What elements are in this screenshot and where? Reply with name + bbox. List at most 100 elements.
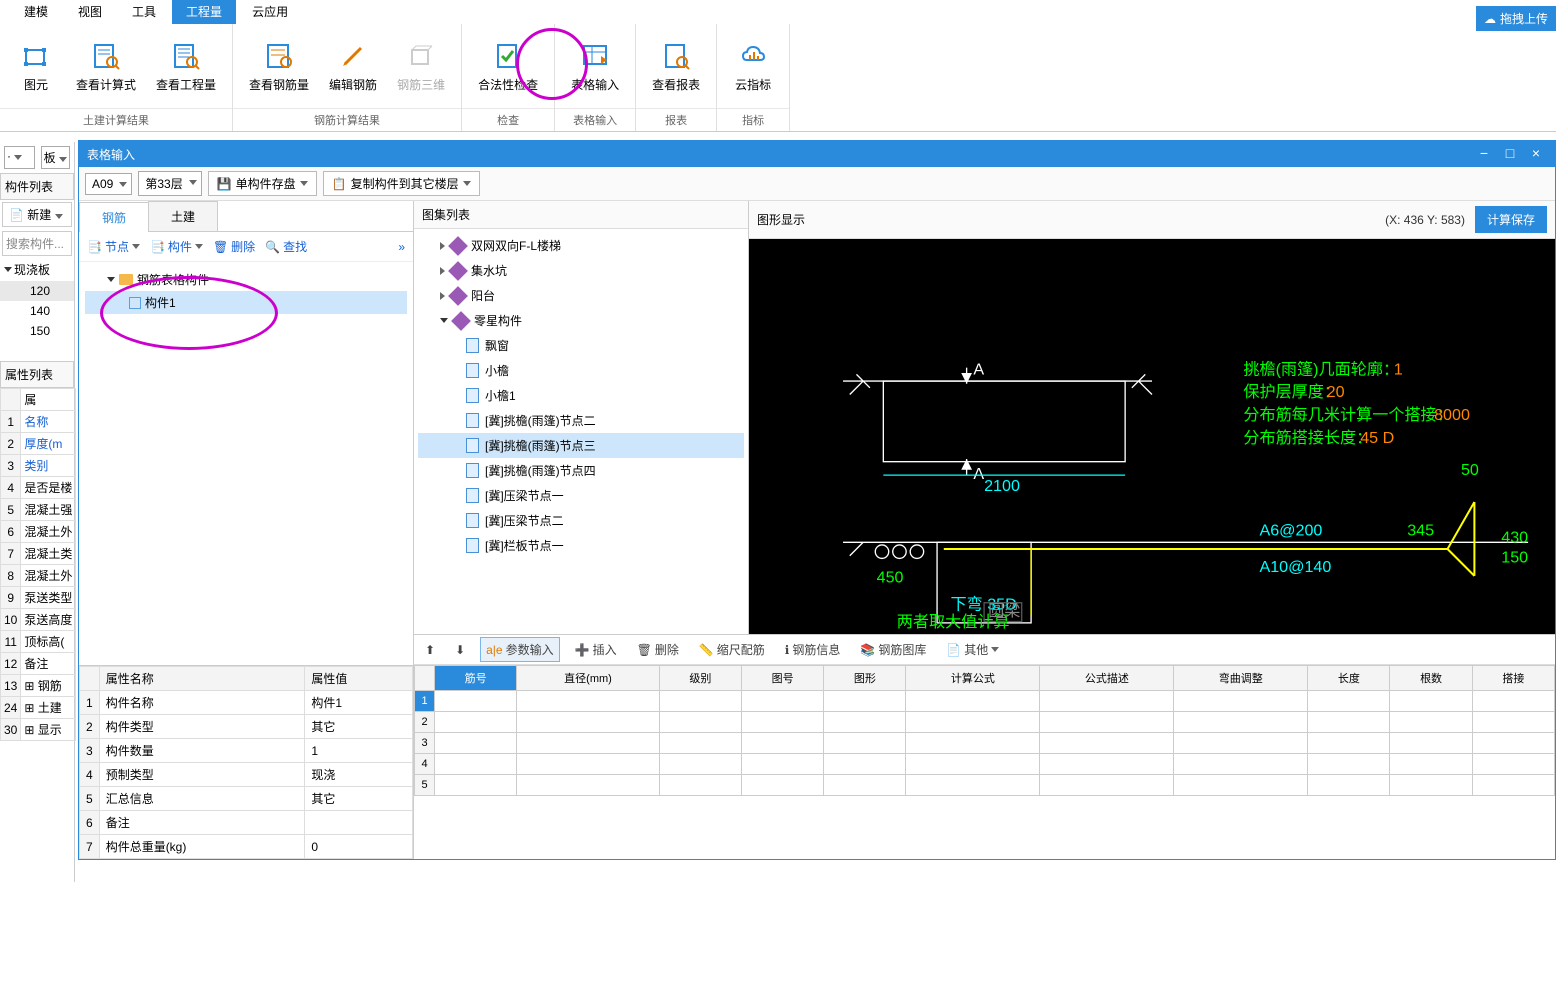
prop-value[interactable]: 现浇 [305,763,413,787]
tab-jianmo[interactable]: 建模 [10,0,62,24]
cell[interactable] [906,754,1040,775]
col-7[interactable]: 弯曲调整 [1174,666,1308,691]
prop-混凝土类[interactable]: 混凝土类 [21,543,76,565]
close-button[interactable]: × [1525,145,1547,163]
atlas-item[interactable]: 双网双向F-L楼梯 [418,233,744,258]
atlas-item[interactable]: [冀]挑檐(雨篷)节点四 [418,458,744,483]
cell[interactable] [1308,733,1390,754]
atlas-item[interactable]: [冀]栏板节点一 [418,533,744,558]
tree-item-150[interactable]: 150 [0,321,74,341]
cell[interactable] [1472,733,1554,754]
atlas-item[interactable]: [冀]挑檐(雨篷)节点三 [418,433,744,458]
maximize-button[interactable]: □ [1499,145,1521,163]
col-9[interactable]: 根数 [1390,666,1472,691]
node-button[interactable]: 📑 节点 [87,238,140,255]
prop-厚度(m[interactable]: 厚度(m [21,433,76,455]
ribbon-chakan-gangjinliang[interactable]: 查看钢筋量 [239,36,319,97]
building-select[interactable]: A09 [85,173,132,195]
atlas-item[interactable]: [冀]压梁节点二 [418,508,744,533]
scale-rebar-button[interactable]: 📏 缩尺配筋 [694,638,770,661]
cell[interactable] [659,754,741,775]
tab-tujian[interactable]: 土建 [148,201,218,231]
cell[interactable] [659,691,741,712]
atlas-item[interactable]: 阳台 [418,283,744,308]
rebar-info-button[interactable]: ℹ 钢筋信息 [780,638,846,661]
cell[interactable] [824,733,906,754]
tree-goujian1[interactable]: 构件1 [85,291,407,314]
col-0[interactable]: 筋号 [435,666,517,691]
ribbon-chakan-gongchengliang[interactable]: 查看工程量 [146,36,226,97]
tab-gangjin[interactable]: 钢筋 [79,202,149,232]
cell[interactable] [906,691,1040,712]
cell[interactable] [1390,754,1472,775]
atlas-item[interactable]: [冀]挑檐(雨篷)节点二 [418,408,744,433]
tree-item-140[interactable]: 140 [0,301,74,321]
cell[interactable] [1174,733,1308,754]
prop-显示[interactable]: ⊞ 显示 [21,719,76,741]
cell[interactable] [1472,691,1554,712]
atlas-item[interactable]: 小檐 [418,358,744,383]
minimize-button[interactable]: − [1473,145,1495,163]
cell[interactable] [1390,691,1472,712]
prop-value[interactable] [305,811,413,835]
cell[interactable] [1308,775,1390,796]
prop-value[interactable]: 构件1 [305,691,413,715]
cell[interactable] [517,712,660,733]
cell[interactable] [1040,775,1174,796]
tree-xianjiao-ban[interactable]: 现浇板 [0,258,74,281]
col-3[interactable]: 图号 [741,666,823,691]
atlas-item[interactable]: 零星构件 [418,308,744,333]
delete-row-button[interactable]: 🗑 删除 [632,638,684,661]
ribbon-gangjin-sanwei[interactable]: 钢筋三维 [387,36,455,97]
cell[interactable] [1174,691,1308,712]
prop-value[interactable]: 1 [305,739,413,763]
new-component-button[interactable]: 📄 新建 [2,202,72,227]
cell[interactable] [1040,733,1174,754]
tab-yunyingyong[interactable]: 云应用 [238,0,302,24]
prop-value[interactable]: 其它 [305,715,413,739]
cell[interactable] [1308,691,1390,712]
cell[interactable] [741,775,823,796]
prop-混凝土外[interactable]: 混凝土外 [21,521,76,543]
find-button[interactable]: 🔍 查找 [265,238,307,255]
cell[interactable] [906,733,1040,754]
cell[interactable] [1308,754,1390,775]
prop-土建[interactable]: ⊞ 土建 [21,697,76,719]
window-titlebar[interactable]: 表格输入 − □ × [79,141,1555,167]
tab-shitu[interactable]: 视图 [64,0,116,24]
row-num[interactable]: 4 [415,754,435,775]
row-num[interactable]: 1 [415,691,435,712]
cell[interactable] [906,775,1040,796]
row-num[interactable]: 3 [415,733,435,754]
cell[interactable] [1174,754,1308,775]
cell[interactable] [517,733,660,754]
cell[interactable] [1174,712,1308,733]
atlas-item[interactable]: 飘窗 [418,333,744,358]
cell[interactable] [517,754,660,775]
col-5[interactable]: 计算公式 [906,666,1040,691]
prop-混凝土外[interactable]: 混凝土外 [21,565,76,587]
search-component-input[interactable]: 搜索构件... [2,231,72,256]
cell[interactable] [659,775,741,796]
ribbon-chakan-jisuanshi[interactable]: 查看计算式 [66,36,146,97]
prop-名称[interactable]: 名称 [21,411,76,433]
ribbon-biaoge-shuru[interactable]: 表格输入 [561,36,629,97]
other-button[interactable]: 📄 其他 [941,638,1004,661]
atlas-item[interactable]: 集水坑 [418,258,744,283]
component-button[interactable]: 📑 构件 [150,238,203,255]
component-type-select[interactable]: 板 [41,146,70,169]
nav-down-button[interactable]: ⬇ [450,640,470,660]
rebar-lib-button[interactable]: 📚 钢筋图库 [855,638,931,661]
prop-泵送高度[interactable]: 泵送高度 [21,609,76,631]
prop-value[interactable]: 0 [305,835,413,859]
cell[interactable] [1040,691,1174,712]
tab-gongchengliang[interactable]: 工程量 [172,0,236,24]
cell[interactable] [1308,712,1390,733]
cell[interactable] [435,754,517,775]
cell[interactable] [435,733,517,754]
prop-备注[interactable]: 备注 [21,653,76,675]
cell[interactable] [824,775,906,796]
cell[interactable] [824,754,906,775]
tree-root-gangjin[interactable]: 钢筋表格构件 [85,268,407,291]
drag-upload-button[interactable]: ☁ 拖拽上传 [1476,6,1556,31]
